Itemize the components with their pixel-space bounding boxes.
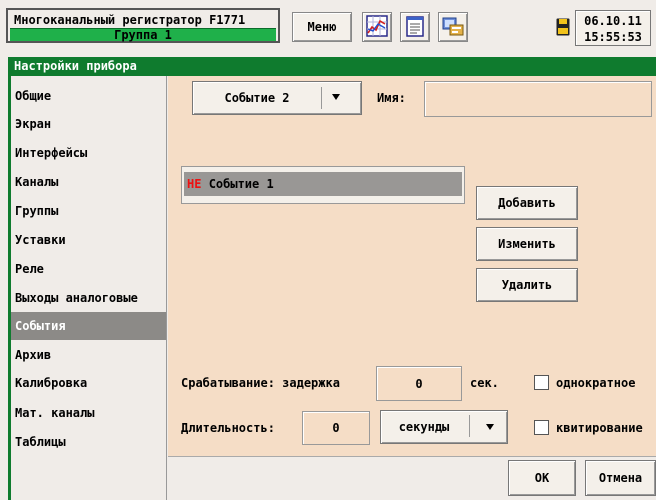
- name-label: Имя:: [377, 91, 406, 105]
- single-checkbox-label: однократное: [556, 376, 636, 390]
- sidebar-item-tables[interactable]: Таблицы: [11, 428, 166, 456]
- floppy-disk-icon: [556, 18, 570, 39]
- dropdown-separator: [469, 415, 470, 437]
- sidebar-item-calibration[interactable]: Калибровка: [11, 369, 166, 397]
- recorder-title: Многоканальный регистратор F1771: [14, 13, 246, 27]
- list-item-label: Событие 1: [208, 177, 274, 191]
- add-button[interactable]: Добавить: [476, 186, 578, 220]
- sidebar-item-channels[interactable]: Каналы: [11, 168, 166, 196]
- ok-button[interactable]: ОК: [508, 460, 576, 496]
- list-item[interactable]: НЕ Событие 1: [184, 172, 462, 196]
- event-select-value: Событие 2: [224, 91, 290, 105]
- sidebar-item-archive[interactable]: Архив: [11, 341, 166, 369]
- name-input[interactable]: [424, 81, 652, 117]
- edit-button[interactable]: Изменить: [476, 227, 578, 261]
- trigger-delay-label: Срабатывание: задержка: [181, 376, 340, 390]
- duration-label: Длительность:: [181, 421, 275, 435]
- duration-unit-select[interactable]: секунды: [380, 410, 508, 444]
- cancel-button[interactable]: Отмена: [585, 460, 656, 496]
- menu-button[interactable]: Меню: [292, 12, 352, 42]
- settings-icon: [441, 15, 465, 40]
- sidebar-item-groups[interactable]: Группы: [11, 197, 166, 225]
- group-bar[interactable]: Группа 1: [10, 28, 276, 42]
- chart-icon: [366, 14, 388, 40]
- dropdown-arrow-icon: [485, 421, 495, 435]
- sidebar-item-analog-outputs[interactable]: Выходы аналоговые: [11, 284, 166, 312]
- dropdown-arrow-icon: [331, 91, 341, 105]
- duration-unit-value: секунды: [398, 420, 450, 434]
- event-select[interactable]: Событие 2: [192, 81, 362, 115]
- sidebar: Общие Экран Интерфейсы Каналы Группы Уст…: [11, 76, 167, 500]
- sidebar-item-screen[interactable]: Экран: [11, 110, 166, 138]
- sidebar-item-relays[interactable]: Реле: [11, 255, 166, 283]
- recorder-title-box: Многоканальный регистратор F1771 Группа …: [6, 8, 280, 43]
- clock-date: 06.10.11: [584, 14, 642, 28]
- top-bar: Многоканальный регистратор F1771 Группа …: [0, 0, 656, 55]
- clock-time: 15:55:53: [584, 30, 642, 44]
- sidebar-item-general[interactable]: Общие: [11, 82, 166, 110]
- ack-checkbox[interactable]: [534, 420, 549, 435]
- list-item-negation: НЕ: [187, 177, 202, 191]
- delete-button[interactable]: Удалить: [476, 268, 578, 302]
- duration-input[interactable]: 0: [302, 411, 370, 445]
- settings-button[interactable]: [438, 12, 468, 42]
- dialog-footer: [168, 456, 656, 500]
- ack-checkbox-label: квитирование: [556, 421, 643, 435]
- sidebar-item-math-channels[interactable]: Мат. каналы: [11, 399, 166, 427]
- notepad-button[interactable]: [400, 12, 430, 42]
- single-checkbox[interactable]: [534, 375, 549, 390]
- chart-button[interactable]: [362, 12, 392, 42]
- dropdown-separator: [321, 87, 322, 109]
- group-label: Группа 1: [114, 28, 172, 42]
- sidebar-item-interfaces[interactable]: Интерфейсы: [11, 139, 166, 167]
- trigger-delay-input[interactable]: 0: [376, 366, 462, 401]
- notepad-icon: [404, 15, 426, 40]
- sidebar-item-events[interactable]: События: [11, 312, 166, 340]
- clock: 06.10.11 15:55:53: [575, 10, 651, 46]
- event-list[interactable]: НЕ Событие 1: [181, 166, 465, 204]
- sidebar-item-setpoints[interactable]: Уставки: [11, 226, 166, 254]
- window-title: Настройки прибора: [8, 57, 656, 76]
- trigger-unit-label: сек.: [470, 376, 499, 390]
